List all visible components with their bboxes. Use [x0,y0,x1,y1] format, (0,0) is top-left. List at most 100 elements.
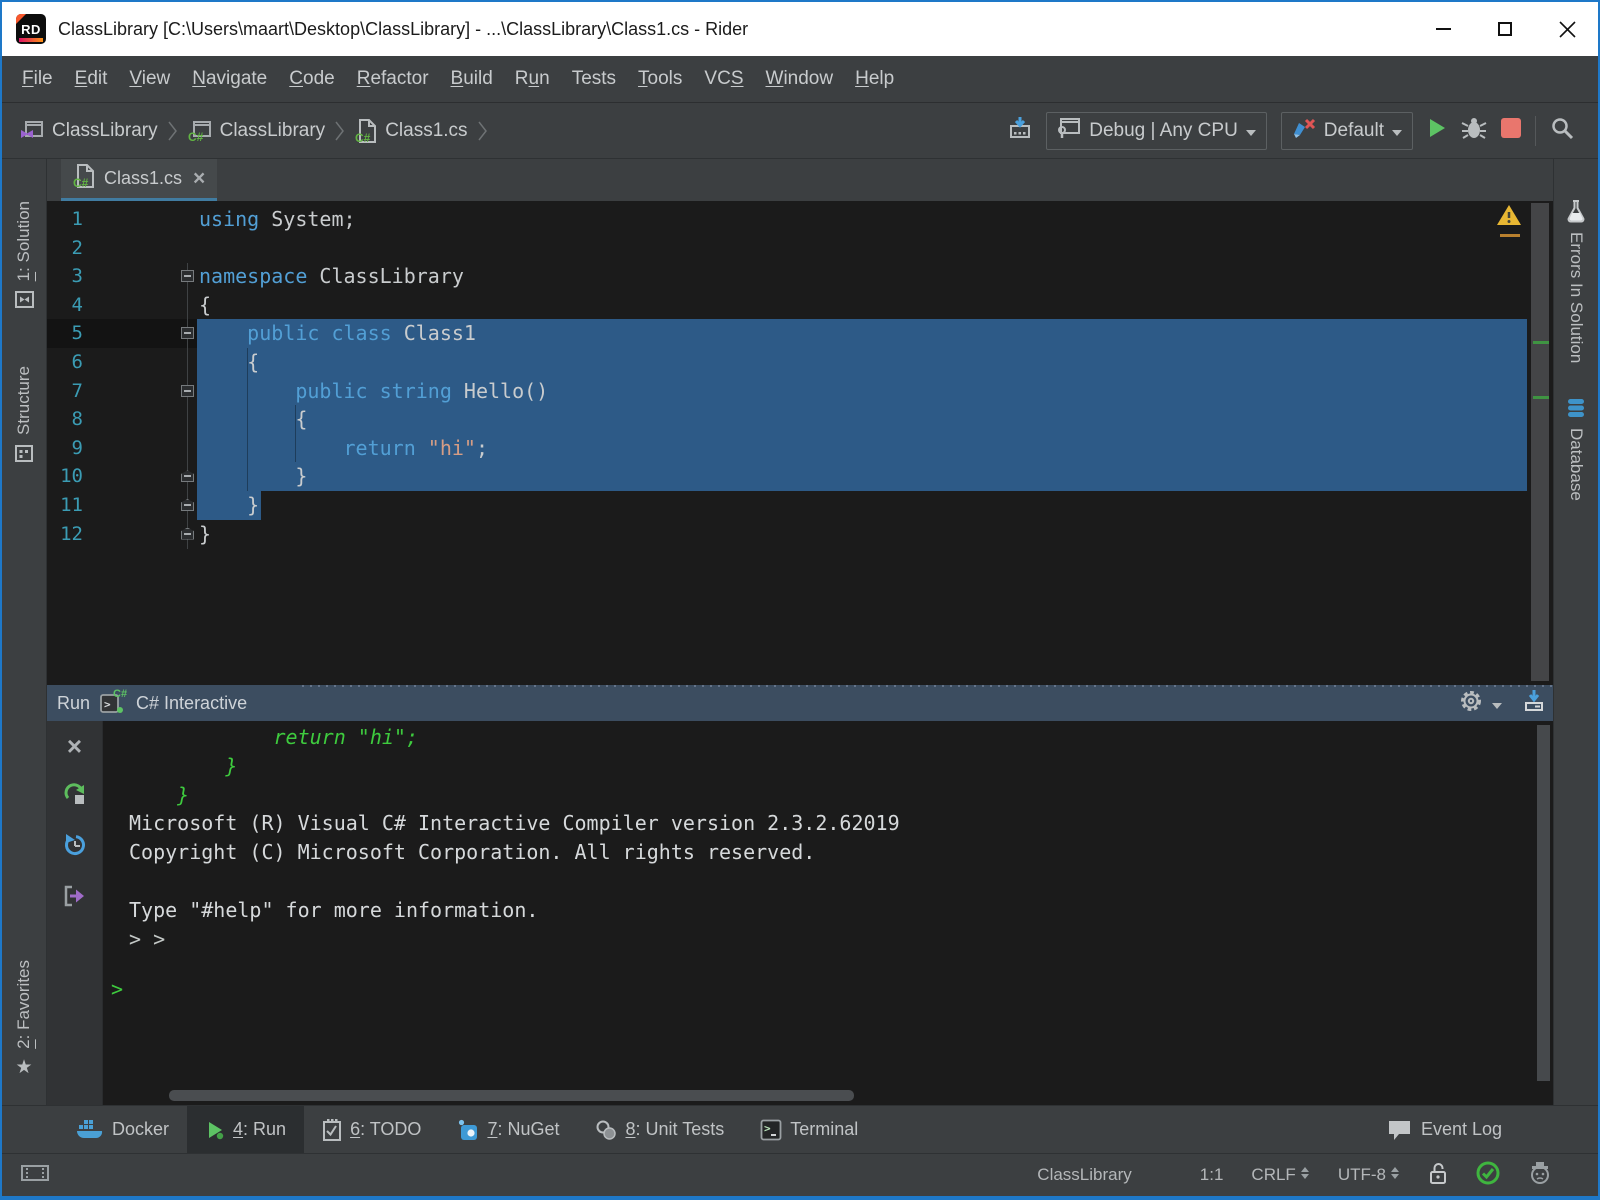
line-number[interactable]: 9 [47,434,83,463]
open-in-editor-button[interactable] [63,884,87,913]
console-vertical-scrollbar[interactable] [1537,725,1550,1081]
menu-tests[interactable]: Tests [562,64,626,94]
code-line-6[interactable]: 6 { [47,348,1553,377]
error-stripe-change-mark[interactable] [1533,396,1549,399]
run-button[interactable] [1427,117,1447,144]
hector-inspector[interactable] [1528,1161,1552,1190]
code-line-5[interactable]: 5 public class Class1 [47,319,1553,348]
fold-marker[interactable] [181,470,194,482]
menu-window[interactable]: Window [756,64,844,94]
menu-tools[interactable]: Tools [628,64,692,94]
editor-scrollbar[interactable] [1531,203,1549,681]
tool-tab-7-nuget[interactable]: 7: NuGet [439,1106,577,1153]
menu-file[interactable]: File [12,64,63,94]
code-line-11[interactable]: 11 } [47,491,1553,520]
unlock-icon [1428,1161,1448,1190]
menu-vcs[interactable]: VCS [694,64,753,94]
tool-tab-6-todo[interactable]: 6: TODO [304,1106,439,1153]
tool-tab-8-unit-tests[interactable]: 8: Unit Tests [577,1106,742,1153]
code-line-1[interactable]: 1using System; [47,205,1553,234]
run-tool-window-header[interactable]: Run >C# C# Interactive [47,685,1553,721]
menu-view[interactable]: View [119,64,180,94]
settings-button[interactable] [1459,689,1483,718]
line-number[interactable]: 6 [47,348,83,377]
debug-button[interactable] [1461,116,1487,145]
line-number[interactable]: 7 [47,377,83,406]
console-input-prompt[interactable]: > [111,977,123,1001]
breadcrumb-classlibrary[interactable]: C#ClassLibrary [184,118,330,144]
tool-tab-event-log[interactable]: Event Log [1369,1106,1520,1153]
line-number[interactable]: 5 [47,319,83,348]
tool-button-database[interactable]: Database [1565,397,1587,501]
code-line-10[interactable]: 10 } [47,462,1553,491]
menu-code[interactable]: Code [279,64,344,94]
status-caret-position[interactable]: 1:1 [1200,1165,1224,1185]
line-number[interactable]: 3 [47,262,83,291]
code-line-9[interactable]: 9 return "hi"; [47,434,1553,463]
history-undo-icon [63,833,87,862]
code-editor[interactable]: 1using System;23namespace ClassLibrary4{… [47,201,1553,685]
code-line-4[interactable]: 4{ [47,291,1553,320]
line-number[interactable]: 4 [47,291,83,320]
stop-button[interactable] [1501,118,1521,143]
breadcrumb-classlibrary[interactable]: ClassLibrary [16,118,162,144]
tool-tab-docker[interactable]: Docker [58,1106,187,1153]
run-config-dropdown[interactable]: Default [1281,112,1413,150]
line-number[interactable]: 11 [47,491,83,520]
line-number[interactable]: 8 [47,405,83,434]
fold-marker[interactable] [181,327,194,339]
menu-run[interactable]: Run [505,64,560,94]
solution-config-dropdown[interactable]: Debug | Any CPU [1046,112,1267,150]
status-encoding[interactable]: UTF-8 [1338,1165,1400,1185]
search-everywhere-button[interactable] [1550,116,1574,145]
maximize-button[interactable] [1474,2,1536,56]
error-stripe-warning-mark[interactable] [1500,234,1520,237]
line-number[interactable]: 12 [47,520,83,549]
fold-marker[interactable] [181,499,194,511]
error-stripe-change-mark[interactable] [1533,341,1549,344]
chevron-down-icon[interactable] [1492,693,1502,714]
reset-session-button[interactable] [63,833,87,862]
title-bar[interactable]: RD ClassLibrary [C:\Users\maart\Desktop\… [2,2,1598,56]
scroll-to-end-button[interactable] [1523,689,1545,717]
inspections-status[interactable] [1476,1161,1500,1190]
tab-csharp-interactive[interactable]: C# Interactive [136,693,247,714]
menu-edit[interactable]: Edit [65,64,118,94]
minimize-button[interactable] [1412,2,1474,56]
tab-close-icon[interactable]: × [193,168,205,189]
code-line-7[interactable]: 7 public string Hello() [47,377,1553,406]
tool-tab-terminal[interactable]: >Terminal [742,1106,876,1153]
line-number[interactable]: 10 [47,462,83,491]
close-button[interactable]: × [67,733,82,760]
tool-button-errors-in-solution[interactable]: Errors In Solution [1565,199,1587,363]
tool-button-1-solution[interactable]: 1: Solution [12,201,36,310]
code-line-8[interactable]: 8 { [47,405,1553,434]
menu-refactor[interactable]: Refactor [347,64,439,94]
code-line-12[interactable]: 12} [47,520,1553,549]
line-number[interactable]: 2 [47,234,83,263]
fold-marker[interactable] [181,528,194,540]
rerun-button[interactable] [63,782,87,811]
tool-button-2-favorites[interactable]: 2: Favorites★ [14,960,34,1077]
menu-help[interactable]: Help [845,64,904,94]
console-horizontal-scrollbar[interactable] [169,1090,854,1101]
tab-class1-cs[interactable]: C# Class1.cs × [61,159,217,201]
code-line-3[interactable]: 3namespace ClassLibrary [47,262,1553,291]
close-button[interactable] [1536,2,1598,56]
breadcrumb-class1-cs[interactable]: C#Class1.cs [351,117,471,145]
menu-build[interactable]: Build [441,64,503,94]
restore-packages-button[interactable] [1008,116,1032,145]
warning-icon[interactable] [1496,203,1522,232]
menu-navigate[interactable]: Navigate [182,64,277,94]
toggle-tool-buttons-button[interactable] [20,1163,50,1188]
readonly-toggle[interactable] [1428,1161,1448,1190]
tool-button-structure[interactable]: Structure [13,366,35,464]
errors-flask-icon [1565,199,1587,223]
tool-tab-4-run[interactable]: 4: Run [187,1106,304,1153]
interactive-console[interactable]: return "hi"; } }Microsoft (R) Visual C# … [103,721,1553,1105]
fold-marker[interactable] [181,385,194,397]
code-line-2[interactable]: 2 [47,234,1553,263]
status-line-separator[interactable]: CRLF [1251,1165,1309,1185]
fold-marker[interactable] [181,270,194,282]
line-number[interactable]: 1 [47,205,83,234]
